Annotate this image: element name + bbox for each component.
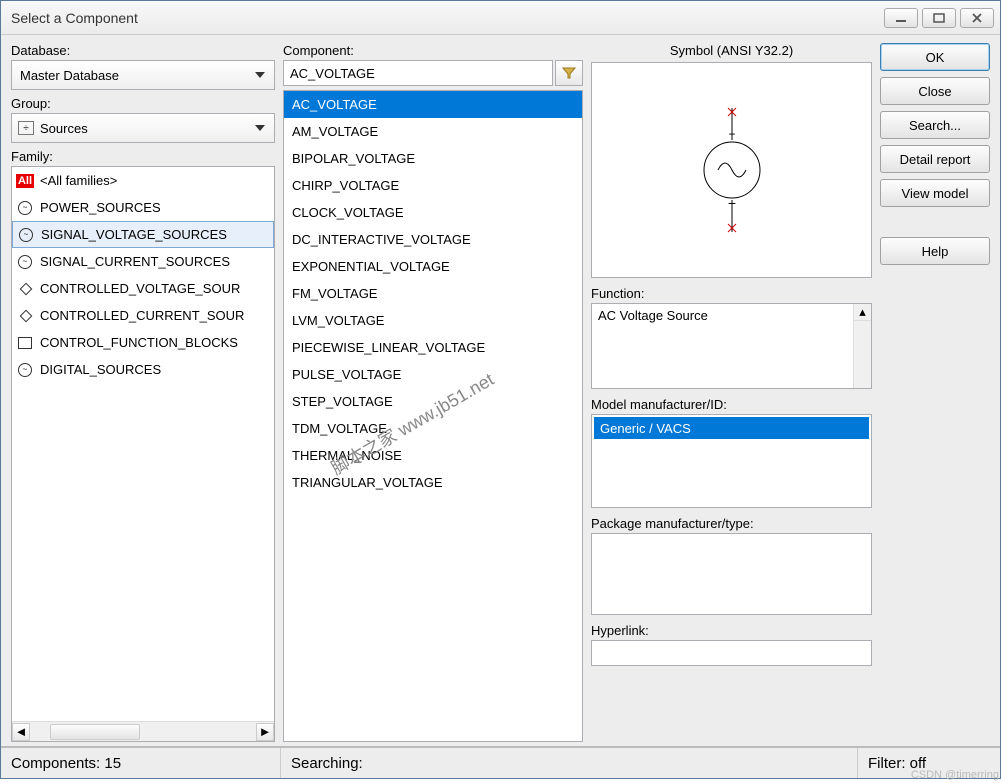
sources-icon: ÷	[18, 121, 34, 135]
minimize-button[interactable]	[884, 8, 918, 28]
vertical-scrollbar[interactable]: ▴	[853, 304, 871, 388]
symbol-preview: + −	[591, 62, 872, 278]
search-button[interactable]: Search...	[880, 111, 990, 139]
component-input[interactable]: AC_VOLTAGE	[283, 60, 553, 86]
model-manufacturer-item[interactable]: Generic / VACS	[594, 417, 869, 439]
component-item[interactable]: AC_VOLTAGE	[284, 91, 582, 118]
family-item[interactable]: CONTROLLED_CURRENT_SOUR	[12, 302, 274, 329]
status-components: Components: 15	[1, 748, 281, 778]
chevron-down-icon	[250, 65, 270, 85]
component-value: AC_VOLTAGE	[290, 66, 375, 81]
component-label: Component:	[283, 43, 583, 58]
window-title: Select a Component	[11, 10, 880, 26]
family-item[interactable]: ~ SIGNAL_VOLTAGE_SOURCES	[12, 221, 274, 248]
group-value: Sources	[40, 121, 244, 136]
family-item-label: CONTROLLED_VOLTAGE_SOUR	[40, 281, 240, 296]
chevron-down-icon	[250, 118, 270, 138]
database-dropdown[interactable]: Master Database	[11, 60, 275, 90]
titlebar: Select a Component	[1, 1, 1000, 35]
group-label: Group:	[11, 96, 275, 111]
family-item-label: SIGNAL_CURRENT_SOURCES	[40, 254, 230, 269]
group-dropdown[interactable]: ÷ Sources	[11, 113, 275, 143]
component-item[interactable]: PULSE_VOLTAGE	[284, 361, 582, 388]
circle-icon: ~	[17, 227, 35, 243]
family-item-label: SIGNAL_VOLTAGE_SOURCES	[41, 227, 227, 242]
close-dialog-button[interactable]: Close	[880, 77, 990, 105]
function-textbox[interactable]: AC Voltage Source ▴	[591, 303, 872, 389]
family-item-label: <All families>	[40, 173, 117, 188]
diamond-icon	[16, 308, 34, 324]
component-item[interactable]: TDM_VOLTAGE	[284, 415, 582, 442]
family-item[interactable]: All <All families>	[12, 167, 274, 194]
package-manufacturer-listbox[interactable]	[591, 533, 872, 615]
all-icon: All	[16, 173, 34, 189]
function-text: AC Voltage Source	[598, 308, 708, 323]
family-item-label: CONTROLLED_CURRENT_SOUR	[40, 308, 244, 323]
svg-text:+: +	[728, 127, 735, 141]
model-manufacturer-label: Model manufacturer/ID:	[591, 397, 872, 412]
statusbar: Components: 15 Searching: Filter: off	[1, 746, 1000, 778]
family-item-label: DIGITAL_SOURCES	[40, 362, 161, 377]
box-icon	[16, 335, 34, 351]
help-button[interactable]: Help	[880, 237, 990, 265]
view-model-button[interactable]: View model	[880, 179, 990, 207]
family-listbox[interactable]: All <All families> ~ POWER_SOURCES ~ SIGNAL_V…	[11, 166, 275, 742]
scroll-left-button[interactable]: ◄	[12, 723, 30, 741]
family-item[interactable]: ~ DIGITAL_SOURCES	[12, 356, 274, 383]
component-item[interactable]: STEP_VOLTAGE	[284, 388, 582, 415]
hyperlink-label: Hyperlink:	[591, 623, 872, 638]
family-item[interactable]: ~ POWER_SOURCES	[12, 194, 274, 221]
family-label: Family:	[11, 149, 275, 164]
circle-icon: ~	[16, 200, 34, 216]
scroll-right-button[interactable]: ►	[256, 723, 274, 741]
circle-icon: ~	[16, 362, 34, 378]
circle-icon: ~	[16, 254, 34, 270]
component-item[interactable]: DC_INTERACTIVE_VOLTAGE	[284, 226, 582, 253]
database-label: Database:	[11, 43, 275, 58]
ac-voltage-symbol-icon: + −	[692, 100, 772, 240]
component-item[interactable]: THERMAL_NOISE	[284, 442, 582, 469]
filter-button[interactable]	[555, 60, 583, 86]
component-item[interactable]: FM_VOLTAGE	[284, 280, 582, 307]
horizontal-scrollbar[interactable]: ◄ ►	[12, 721, 274, 741]
symbol-label: Symbol (ANSI Y32.2)	[591, 43, 872, 58]
model-manufacturer-listbox[interactable]: Generic / VACS	[591, 414, 872, 508]
function-label: Function:	[591, 286, 872, 301]
component-item[interactable]: LVM_VOLTAGE	[284, 307, 582, 334]
maximize-button[interactable]	[922, 8, 956, 28]
component-item[interactable]: CHIRP_VOLTAGE	[284, 172, 582, 199]
family-item[interactable]: CONTROL_FUNCTION_BLOCKS	[12, 329, 274, 356]
component-item[interactable]: CLOCK_VOLTAGE	[284, 199, 582, 226]
ok-button[interactable]: OK	[880, 43, 990, 71]
component-item[interactable]: TRIANGULAR_VOLTAGE	[284, 469, 582, 496]
detail-report-button[interactable]: Detail report	[880, 145, 990, 173]
scroll-up-icon: ▴	[854, 304, 871, 321]
family-item-label: POWER_SOURCES	[40, 200, 161, 215]
scroll-thumb[interactable]	[50, 724, 140, 740]
component-item[interactable]: EXPONENTIAL_VOLTAGE	[284, 253, 582, 280]
component-item[interactable]: AM_VOLTAGE	[284, 118, 582, 145]
component-item[interactable]: BIPOLAR_VOLTAGE	[284, 145, 582, 172]
diamond-icon	[16, 281, 34, 297]
database-value: Master Database	[20, 68, 250, 83]
family-item-label: CONTROL_FUNCTION_BLOCKS	[40, 335, 238, 350]
status-searching: Searching:	[281, 748, 858, 778]
package-manufacturer-label: Package manufacturer/type:	[591, 516, 872, 531]
close-button[interactable]	[960, 8, 994, 28]
family-item[interactable]: CONTROLLED_VOLTAGE_SOUR	[12, 275, 274, 302]
family-item[interactable]: ~ SIGNAL_CURRENT_SOURCES	[12, 248, 274, 275]
component-listbox[interactable]: AC_VOLTAGEAM_VOLTAGEBIPOLAR_VOLTAGECHIRP…	[283, 90, 583, 742]
hyperlink-input[interactable]	[591, 640, 872, 666]
component-item[interactable]: PIECEWISE_LINEAR_VOLTAGE	[284, 334, 582, 361]
funnel-icon	[562, 66, 576, 80]
credit-text: CSDN @timerring	[911, 769, 999, 781]
